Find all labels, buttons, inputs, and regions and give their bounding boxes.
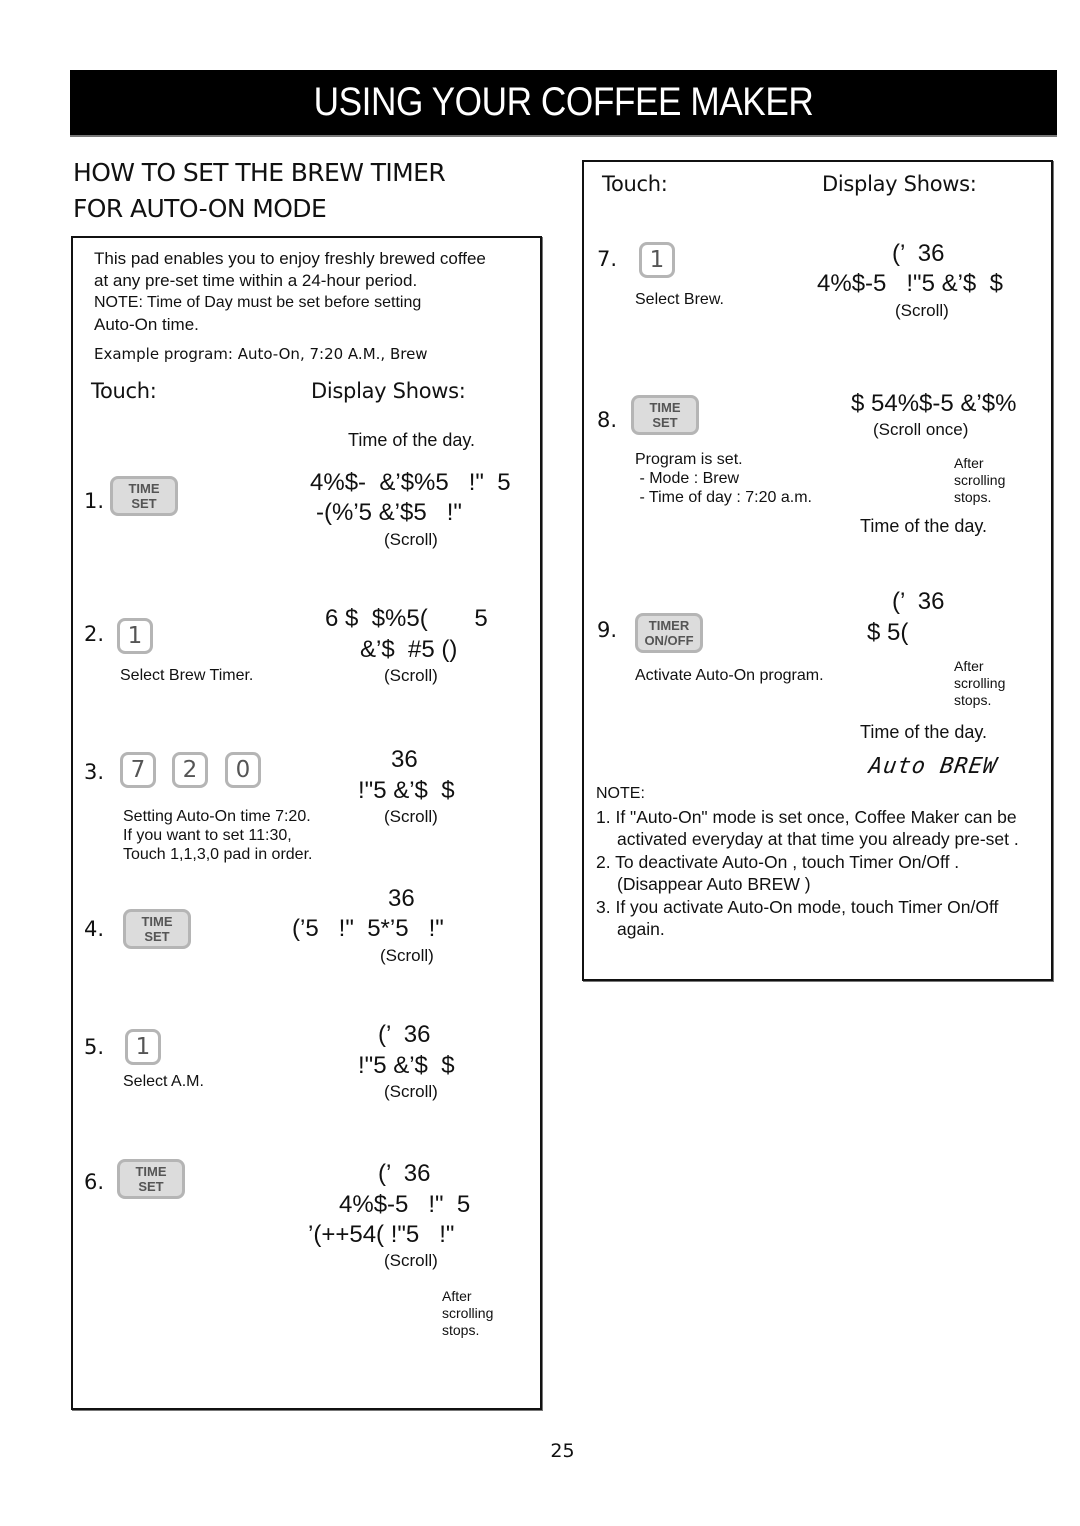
step-5-number: 5.	[84, 1035, 105, 1059]
step-9-post-display: Time of the day.	[860, 722, 988, 742]
intro-note-line-1: NOTE: Time of Day must be set before set…	[94, 294, 422, 311]
time-set-button[interactable]: TIME SET	[110, 476, 178, 516]
step-3-caption: Setting Auto-On time 7:20. If you want t…	[123, 808, 313, 863]
notes-section: NOTE: 1. If "Auto-On" mode is set once, …	[596, 783, 1036, 941]
step-7-number: 7.	[597, 247, 618, 271]
step-6-scroll-note: (Scroll)	[384, 1251, 438, 1270]
button-label-line-1: TIME	[135, 1164, 167, 1179]
time-set-button[interactable]: TIME SET	[631, 395, 699, 435]
note-item: 2. To deactivate Auto-On , touch Timer O…	[596, 851, 960, 895]
step-8-scroll-note: (Scroll once)	[873, 420, 969, 439]
note-item: 3. If you activate Auto-On mode, touch T…	[596, 896, 999, 940]
step-8-number: 8.	[597, 408, 618, 432]
step-8-after-note: After scrolling stops.	[954, 455, 1006, 505]
step-7-scroll-note: (Scroll)	[895, 301, 949, 320]
step-1-display-line-1: 4%$- &’$%5 !" 5	[310, 469, 511, 496]
button-label-line-1: TIME	[649, 400, 681, 415]
step-4-display-line-1: 36	[388, 885, 415, 912]
intro-line-2: at any pre-set time within a 24-hour per…	[94, 271, 418, 290]
step-9-display-line-1: (’ 36	[892, 588, 945, 615]
step-1-number: 1.	[84, 489, 105, 513]
button-label-line-1: TIME	[141, 914, 173, 929]
notes-heading: NOTE:	[596, 785, 645, 802]
button-label-line-1: TIMER	[648, 618, 690, 633]
step-4-display-line-2: (’5 !" 5*’5 !"	[292, 915, 444, 942]
step-1-display-line-2: -(%’5 &’$5 !"	[316, 499, 462, 526]
intro-text: This pad enables you to enjoy freshly br…	[94, 248, 539, 336]
number-2-button[interactable]: 2	[172, 752, 208, 788]
number-1-button[interactable]: 1	[639, 242, 675, 278]
section-title-line-2: FOR AUTO-ON MODE	[73, 194, 327, 223]
step-2-caption: Select Brew Timer.	[120, 667, 254, 684]
step-5-display-line-2: !"5 &’$ $	[358, 1052, 455, 1079]
step-3-display-line-1: 36	[391, 746, 418, 773]
intro-note-line-2: Auto-On time.	[94, 315, 199, 334]
step-9-caption: Activate Auto-On program.	[635, 667, 824, 684]
button-label-line-2: SET	[144, 929, 170, 944]
step-7-display-line-2: 4%$-5 !"5 &’$ $	[817, 270, 1003, 297]
step-1-pre-display: Time of the day.	[348, 430, 476, 450]
number-1-button[interactable]: 1	[117, 618, 153, 654]
step-3-number: 3.	[84, 760, 105, 784]
step-3-display-line-2: !"5 &’$ $	[358, 777, 455, 804]
number-7-button[interactable]: 7	[120, 752, 156, 788]
time-set-button[interactable]: TIME SET	[117, 1159, 185, 1199]
step-4-scroll-note: (Scroll)	[380, 946, 434, 965]
button-label-line-2: SET	[652, 415, 678, 430]
note-item: 1. If "Auto-On" mode is set once, Coffee…	[596, 806, 1019, 850]
section-title: HOW TO SET THE BREW TIMER FOR AUTO-ON MO…	[73, 155, 446, 227]
intro-line-1: This pad enables you to enjoy freshly br…	[94, 249, 486, 268]
step-6-number: 6.	[84, 1170, 105, 1194]
page-header-title: USING YOUR COFFEE MAKER	[313, 80, 814, 124]
step-6-display-line-1: (’ 36	[378, 1160, 431, 1187]
auto-brew-lcd-indicator: Auto BREW	[867, 754, 999, 779]
page-header-banner: USING YOUR COFFEE MAKER	[70, 70, 1057, 137]
step-9-number: 9.	[597, 618, 618, 642]
section-title-line-1: HOW TO SET THE BREW TIMER	[73, 158, 446, 187]
step-2-scroll-note: (Scroll)	[384, 666, 438, 685]
number-0-button[interactable]: 0	[225, 752, 261, 788]
step-5-scroll-note: (Scroll)	[384, 1082, 438, 1101]
timer-on-off-button[interactable]: TIMER ON/OFF	[635, 613, 703, 653]
step-5-display-line-1: (’ 36	[378, 1021, 431, 1048]
button-label-line-2: SET	[138, 1179, 164, 1194]
button-label-line-2: ON/OFF	[644, 633, 694, 648]
step-1-scroll-note: (Scroll)	[384, 530, 438, 549]
step-6-display-line-2: 4%$-5 !" 5	[339, 1191, 471, 1218]
step-9-after-note: After scrolling stops.	[954, 658, 1006, 708]
touch-column-header: Touch:	[91, 379, 157, 403]
step-5-caption: Select A.M.	[123, 1073, 204, 1090]
touch-column-header: Touch:	[602, 172, 668, 196]
step-4-number: 4.	[84, 917, 105, 941]
display-column-header: Display Shows:	[822, 172, 977, 196]
step-2-number: 2.	[84, 622, 105, 646]
page-number: 25	[550, 1440, 575, 1462]
number-1-button[interactable]: 1	[125, 1029, 161, 1065]
step-6-display-line-3: ’(++54( !"5 !"	[308, 1221, 455, 1248]
example-program: Example program: Auto-On, 7:20 A.M., Bre…	[94, 345, 428, 363]
step-2-display-line-2: &’$ #5 ()	[360, 636, 458, 663]
button-label-line-2: SET	[131, 496, 157, 511]
step-2-display-line-1: 6 $ $%5( 5	[325, 605, 488, 632]
step-7-caption: Select Brew.	[635, 291, 724, 308]
step-9-display-line-2: $ 5(	[867, 619, 909, 646]
step-8-caption: Program is set. - Mode : Brew - Time of …	[635, 451, 812, 506]
step-8-display-line-1: $ 54%$-5 &’$%	[851, 390, 1017, 417]
button-label-line-1: TIME	[128, 481, 160, 496]
display-column-header: Display Shows:	[311, 379, 466, 403]
step-6-after-note: After scrolling stops.	[442, 1288, 494, 1338]
time-set-button[interactable]: TIME SET	[123, 909, 191, 949]
step-8-post-display: Time of the day.	[860, 516, 988, 536]
step-3-scroll-note: (Scroll)	[384, 807, 438, 826]
step-7-display-line-1: (’ 36	[892, 240, 945, 267]
